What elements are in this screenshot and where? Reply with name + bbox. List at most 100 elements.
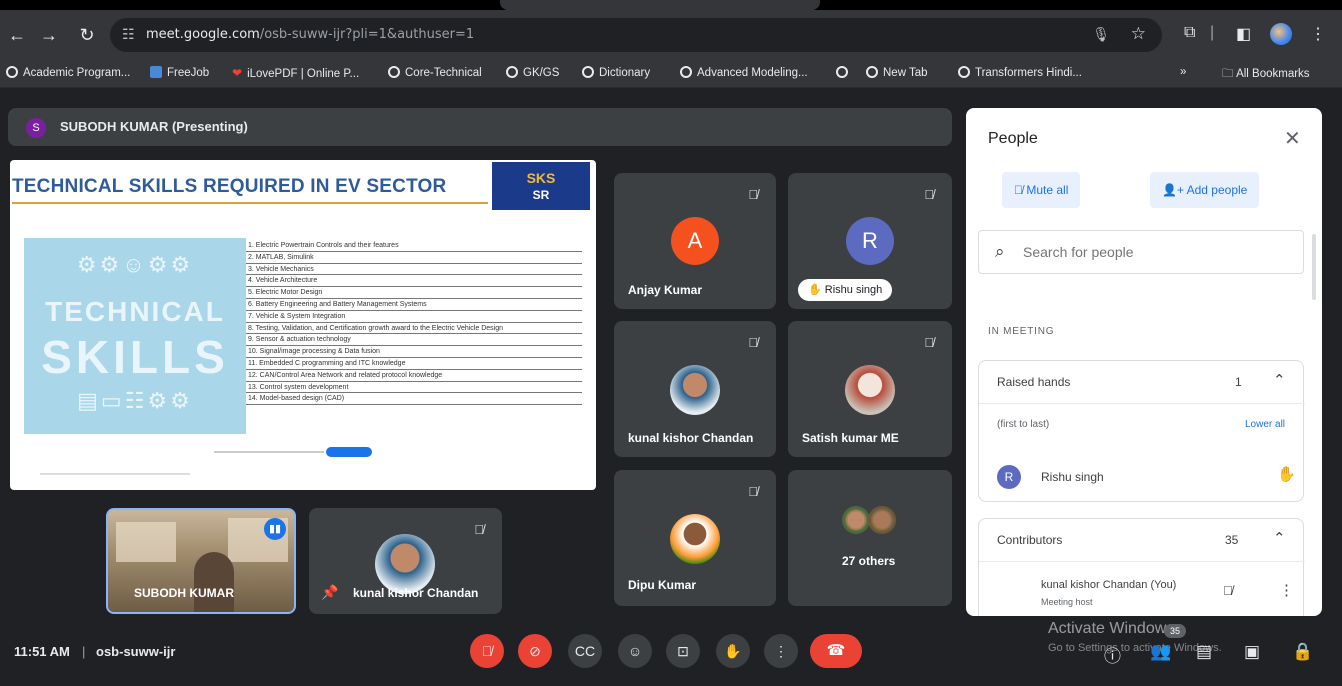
bookmark-gkgs[interactable]: GK/GS xyxy=(506,66,559,79)
present-button[interactable]: ⊡ xyxy=(666,634,700,668)
bookmark-advanced-modeling[interactable]: Advanced Modeling... xyxy=(680,66,808,79)
mic-off-button[interactable]: 🎙̸ xyxy=(470,634,504,668)
presenter-bar: S SUBODH KUMAR (Presenting) xyxy=(8,108,952,146)
more-options-icon[interactable]: ⋮ xyxy=(1279,581,1294,599)
address-bar[interactable]: ☷ meet.google.com/osb-suww-ijr?pli=1&aut… xyxy=(110,18,1162,52)
freejob-icon xyxy=(150,66,162,78)
chevron-up-icon[interactable]: ⌃ xyxy=(1273,529,1286,547)
people-panel: People ✕ 🎙̸ Mute all 👤+ Add people ⌕ IN … xyxy=(966,108,1322,616)
background-wall xyxy=(116,522,176,562)
raise-hand-button[interactable]: ✋ xyxy=(716,634,750,668)
skills-list-item: 11. Embedded C programming and ITC knowl… xyxy=(246,358,582,370)
profile-avatar[interactable] xyxy=(1270,23,1292,45)
self-name: SUBODH KUMAR xyxy=(134,586,234,600)
camera-off-button[interactable]: ⊘ xyxy=(518,634,552,668)
bookmark-academic[interactable]: Academic Program... xyxy=(6,66,130,79)
participant-name: kunal kishor Chandan xyxy=(353,586,479,600)
side-panel-icon[interactable]: ◧ xyxy=(1236,24,1251,44)
browser-tab[interactable] xyxy=(500,0,820,10)
captions-button[interactable]: CC xyxy=(568,634,602,668)
site-info-icon[interactable]: ☷ xyxy=(122,26,135,43)
people-icon[interactable]: 👥 xyxy=(1150,642,1171,662)
participant-tile-kunal[interactable]: 🎙̸ kunal kishor Chandan xyxy=(614,321,776,457)
skills-list-item: 12. CAN/Control Area Network and related… xyxy=(246,370,582,382)
avatar: R xyxy=(846,217,894,265)
bookmark-label: Academic Program... xyxy=(23,67,131,79)
globe-icon xyxy=(866,66,878,78)
search-people-input[interactable] xyxy=(1023,244,1283,260)
reload-icon[interactable]: ↻ xyxy=(76,24,98,46)
bookmark-dictionary[interactable]: Dictionary xyxy=(582,66,650,79)
participant-photo xyxy=(670,365,720,415)
divider xyxy=(979,403,1305,404)
folder-icon: 🗀 xyxy=(1222,68,1237,80)
technical-skills-graphic: ⚙⚙☺⚙⚙ TECHNICAL SKILLS ▤▭☷⚙⚙ xyxy=(24,238,246,434)
logo-mark: SKS xyxy=(526,170,556,186)
microphone-in-use-icon[interactable]: 🎙 xyxy=(1092,26,1110,43)
close-icon[interactable]: ✕ xyxy=(1284,126,1301,151)
add-people-button[interactable]: 👤+ Add people xyxy=(1150,172,1260,208)
slide-footnote xyxy=(40,473,190,475)
search-icon: ⌕ xyxy=(995,242,1005,261)
panel-scrollbar[interactable] xyxy=(1312,234,1316,300)
pin-icon[interactable]: 📌 xyxy=(321,584,338,601)
globe-icon xyxy=(388,66,400,78)
forward-icon[interactable]: → xyxy=(38,24,60,46)
more-options-button[interactable]: ⋮ xyxy=(764,634,798,668)
bookmark-new-tab[interactable]: New Tab xyxy=(866,66,928,79)
participant-tile-satish[interactable]: 🎙̸ Satish kumar ME xyxy=(788,321,952,457)
window-top-strip xyxy=(0,0,1342,10)
raised-hand-icon[interactable]: ✋ xyxy=(1277,465,1296,483)
mute-all-button[interactable]: 🎙̸ Mute all xyxy=(1002,172,1081,208)
lower-all-button[interactable]: Lower all xyxy=(1245,419,1285,430)
all-bookmarks-button[interactable]: 🗀 All Bookmarks xyxy=(1222,66,1310,85)
meeting-code: osb-suww-ijr xyxy=(96,644,176,659)
extensions-icon[interactable]: ⧉ xyxy=(1184,24,1195,42)
menu-icon[interactable]: ⋮ xyxy=(1310,24,1326,44)
search-people-box[interactable]: ⌕ xyxy=(978,230,1304,274)
bookmark-freejob[interactable]: FreeJob xyxy=(150,66,209,79)
contributor-name: kunal kishor Chandan (You) xyxy=(1041,579,1177,591)
bookmark-unnamed[interactable] xyxy=(836,66,853,79)
globe-icon xyxy=(836,66,848,78)
pinned-tile-kunal[interactable]: 🎙̸ 📌 kunal kishor Chandan xyxy=(309,508,502,614)
avatar: A xyxy=(671,217,719,265)
skills-list-item: 1. Electric Powertrain Controls and thei… xyxy=(246,240,582,252)
bookmarks-bar: Academic Program... FreeJob ❤ iLovePDF | … xyxy=(0,60,1342,88)
others-tile[interactable]: 27 others xyxy=(788,470,952,606)
chat-icon[interactable]: ▤ xyxy=(1196,642,1212,662)
contributors-count: 35 xyxy=(1225,533,1239,547)
bookmarks-overflow-button[interactable]: » xyxy=(1180,66,1186,78)
emoji-button[interactable]: ☺ xyxy=(618,634,652,668)
activities-icon[interactable]: ▣ xyxy=(1244,642,1260,662)
self-view-tile[interactable]: ▮▮ SUBODH KUMAR xyxy=(106,508,296,614)
raised-hands-label: Raised hands xyxy=(997,375,1071,389)
back-icon[interactable]: ← xyxy=(6,24,28,46)
mic-off-icon[interactable]: 🎙̸ xyxy=(1223,583,1233,598)
gear-icons-row: ⚙⚙☺⚙⚙ xyxy=(76,252,194,277)
bookmark-core-technical[interactable]: Core-Technical xyxy=(388,66,482,79)
clock-time: 11:51 AM xyxy=(14,644,70,659)
bookmark-label: Core-Technical xyxy=(405,67,482,79)
presenter-avatar: S xyxy=(26,118,46,138)
bookmark-ilovepdf[interactable]: ❤ iLovePDF | Online P... xyxy=(232,66,359,80)
participant-tile-dipu[interactable]: 🎙̸ Dipu Kumar xyxy=(614,470,776,606)
globe-icon xyxy=(958,66,970,78)
participant-photo xyxy=(845,365,895,415)
add-person-icon: 👤+ xyxy=(1162,183,1187,197)
meeting-controls-bar: 11:51 AM | osb-suww-ijr 🎙̸ ⊘ CC ☺ ⊡ ✋ ⋮ … xyxy=(0,620,1342,686)
participant-tile-rishu[interactable]: 🎙̸ R ✋ Rishu singh xyxy=(788,173,952,309)
slide-title-underline xyxy=(12,202,488,204)
host-controls-icon[interactable]: 🔒 xyxy=(1292,642,1313,662)
end-call-button[interactable]: ☎ xyxy=(810,634,862,668)
meeting-info-icon[interactable]: ⓘ xyxy=(1104,642,1121,667)
url-text[interactable]: meet.google.com/osb-suww-ijr?pli=1&authu… xyxy=(146,27,474,42)
chevron-up-icon[interactable]: ⌃ xyxy=(1273,371,1286,389)
url-host: meet.google.com xyxy=(146,27,260,42)
bookmark-star-icon[interactable]: ☆ xyxy=(1131,24,1146,44)
participant-tile-anjay[interactable]: 🎙̸ A Anjay Kumar xyxy=(614,173,776,309)
raised-hand-pill: ✋ Rishu singh xyxy=(798,279,893,301)
participant-name: Dipu Kumar xyxy=(628,578,697,592)
all-bookmarks-label: All Bookmarks xyxy=(1236,68,1310,80)
bookmark-transformers[interactable]: Transformers Hindi... xyxy=(958,66,1082,79)
